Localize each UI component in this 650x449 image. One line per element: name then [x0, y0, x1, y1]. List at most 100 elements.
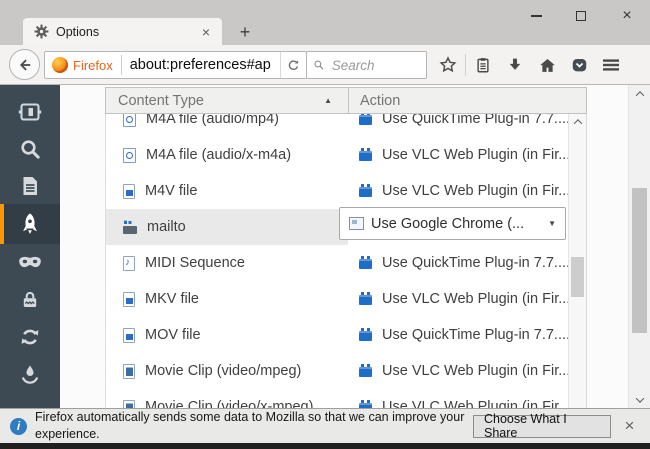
action-cell: Use VLC Web Plugin (in Fir...	[348, 389, 568, 408]
url-text[interactable]: about:preferences#ap	[130, 57, 280, 73]
table-row[interactable]: M4A file (audio/x-m4a) Use VLC Web Plugin…	[106, 137, 568, 173]
content-type-list: M4A file (audio/mp4) Use QuickTime Plug-i…	[105, 114, 587, 408]
action-label: Use VLC Web Plugin (in Fir...	[382, 363, 568, 379]
sidebar-item-security[interactable]	[0, 281, 60, 318]
content-type-cell: MOV file	[106, 317, 348, 353]
advanced-icon	[18, 362, 42, 386]
menu-button[interactable]	[595, 50, 627, 80]
search-input[interactable]	[329, 56, 420, 74]
general-panel-icon	[18, 100, 42, 124]
downloads-button[interactable]	[499, 50, 531, 80]
column-header-content-type[interactable]: Content Type ▲	[106, 88, 348, 113]
list-scroll-up-button[interactable]	[569, 114, 586, 130]
tab-title: Options	[56, 24, 100, 39]
new-tab-button[interactable]: +	[232, 20, 258, 44]
window-maximize-button[interactable]	[564, 4, 598, 28]
action-label: Use VLC Web Plugin (in Fir...	[382, 399, 568, 408]
content-type-label: M4A file (audio/mp4)	[146, 114, 279, 127]
window-minimize-button[interactable]	[519, 4, 553, 28]
close-icon: ×	[622, 7, 632, 24]
pocket-button[interactable]	[563, 50, 595, 80]
browser-window: Options × + × Firefox about:preferences#…	[0, 0, 650, 449]
preferences-content: Content Type ▲ Action M4A file (audio/mp…	[0, 85, 650, 408]
content-type-label: MIDI Sequence	[145, 255, 245, 271]
action-dropdown[interactable]: Use Google Chrome (... ▼	[339, 207, 566, 240]
mailto-app-icon	[123, 220, 137, 234]
sidebar-item-search[interactable]	[0, 130, 60, 167]
list-scrollbar-thumb[interactable]	[571, 257, 584, 297]
action-label: Use VLC Web Plugin (in Fir...	[382, 183, 568, 199]
sidebar-item-content[interactable]	[0, 167, 60, 204]
gear-icon	[34, 24, 49, 39]
content-type-cell: MKV file	[106, 281, 348, 317]
sidebar-item-general[interactable]	[0, 93, 60, 130]
video-file-icon	[123, 183, 135, 199]
notification-close-icon[interactable]: ×	[617, 414, 642, 438]
minimize-icon	[530, 15, 542, 17]
plugin-brick-icon	[359, 184, 372, 197]
video-file-icon	[123, 327, 135, 343]
column-header-action[interactable]: Action	[348, 88, 586, 113]
table-row[interactable]: M4A file (audio/mp4) Use QuickTime Plug-i…	[106, 114, 568, 137]
search-box[interactable]	[306, 51, 427, 79]
table-row[interactable]: M4V file Use VLC Web Plugin (in Fir...	[106, 173, 568, 209]
window-close-button[interactable]: ×	[610, 4, 644, 28]
action-label: Use Google Chrome (...	[371, 215, 525, 232]
search-icon	[18, 137, 42, 161]
bookmarks-clipboard-icon	[477, 58, 489, 73]
table-row[interactable]: Movie Clip (video/mpeg) Use VLC Web Plugi…	[106, 353, 568, 389]
action-label: Use VLC Web Plugin (in Fir...	[382, 291, 568, 307]
bookmarks-clipboard-button[interactable]	[467, 50, 499, 80]
page-scrollbar[interactable]	[628, 85, 650, 408]
action-cell: Use QuickTime Plug-in 7.7....	[348, 245, 568, 281]
page-scroll-up-button[interactable]	[629, 85, 650, 102]
content-type-cell: M4A file (audio/x-m4a)	[106, 137, 348, 173]
action-cell: Use QuickTime Plug-in 7.7....	[348, 114, 568, 137]
table-row[interactable]: MIDI Sequence Use QuickTime Plug-in 7.7..…	[106, 245, 568, 281]
url-brand-label: Firefox	[73, 57, 113, 73]
content-type-label: mailto	[147, 219, 186, 235]
plugin-brick-icon	[359, 148, 372, 161]
video-file-icon	[123, 291, 135, 307]
home-button[interactable]	[531, 50, 563, 80]
sidebar-item-advanced[interactable]	[0, 355, 60, 392]
choose-what-i-share-button[interactable]: Choose What I Share	[473, 412, 611, 440]
table-row[interactable]: MKV file Use VLC Web Plugin (in Fir...	[106, 281, 568, 317]
page-scroll-down-button[interactable]	[629, 391, 650, 408]
table-row[interactable]: mailto Use Google Chrome (... ▼	[106, 207, 568, 245]
back-button[interactable]	[9, 49, 40, 80]
bookmark-star-button[interactable]	[432, 50, 464, 80]
tab-close-icon[interactable]: ×	[198, 25, 214, 39]
window-bottom-edge	[0, 443, 650, 449]
table-rows: M4A file (audio/mp4) Use QuickTime Plug-i…	[106, 114, 568, 408]
action-cell: Use VLC Web Plugin (in Fir...	[348, 281, 568, 317]
content-type-label: M4A file (audio/x-m4a)	[146, 147, 292, 163]
action-cell: Use VLC Web Plugin (in Fir...	[348, 137, 568, 173]
category-sidebar	[0, 85, 60, 408]
action-label: Use QuickTime Plug-in 7.7....	[382, 327, 568, 343]
url-bar[interactable]: Firefox about:preferences#ap	[44, 51, 307, 79]
action-label: Use QuickTime Plug-in 7.7....	[382, 114, 568, 127]
content-page-icon	[18, 174, 42, 198]
list-scrollbar[interactable]	[568, 114, 586, 408]
table-row[interactable]: Movie Clip (video/x-mpeg) Use VLC Web Plu…	[106, 389, 568, 408]
action-cell: Use VLC Web Plugin (in Fir...	[348, 353, 568, 389]
downloads-icon	[509, 58, 521, 70]
sidebar-item-privacy[interactable]	[0, 244, 60, 281]
tab-options[interactable]: Options ×	[23, 18, 222, 45]
sidebar-item-sync[interactable]	[0, 318, 60, 355]
content-type-label: MOV file	[145, 327, 201, 343]
privacy-mask-icon	[17, 252, 43, 274]
menu-icon	[603, 59, 619, 71]
film-file-icon	[123, 363, 135, 379]
search-icon	[314, 60, 324, 70]
page-scrollbar-thumb[interactable]	[632, 188, 647, 333]
titlebar: Options × + ×	[0, 0, 650, 45]
sync-icon	[18, 325, 42, 349]
table-row[interactable]: MOV file Use QuickTime Plug-in 7.7....	[106, 317, 568, 353]
back-arrow-icon	[19, 58, 30, 71]
sidebar-item-applications[interactable]	[0, 204, 60, 244]
reload-button[interactable]	[280, 52, 306, 78]
applications-table: Content Type ▲ Action M4A file (audio/mp…	[105, 87, 587, 408]
content-type-cell: Movie Clip (video/mpeg)	[106, 353, 348, 389]
